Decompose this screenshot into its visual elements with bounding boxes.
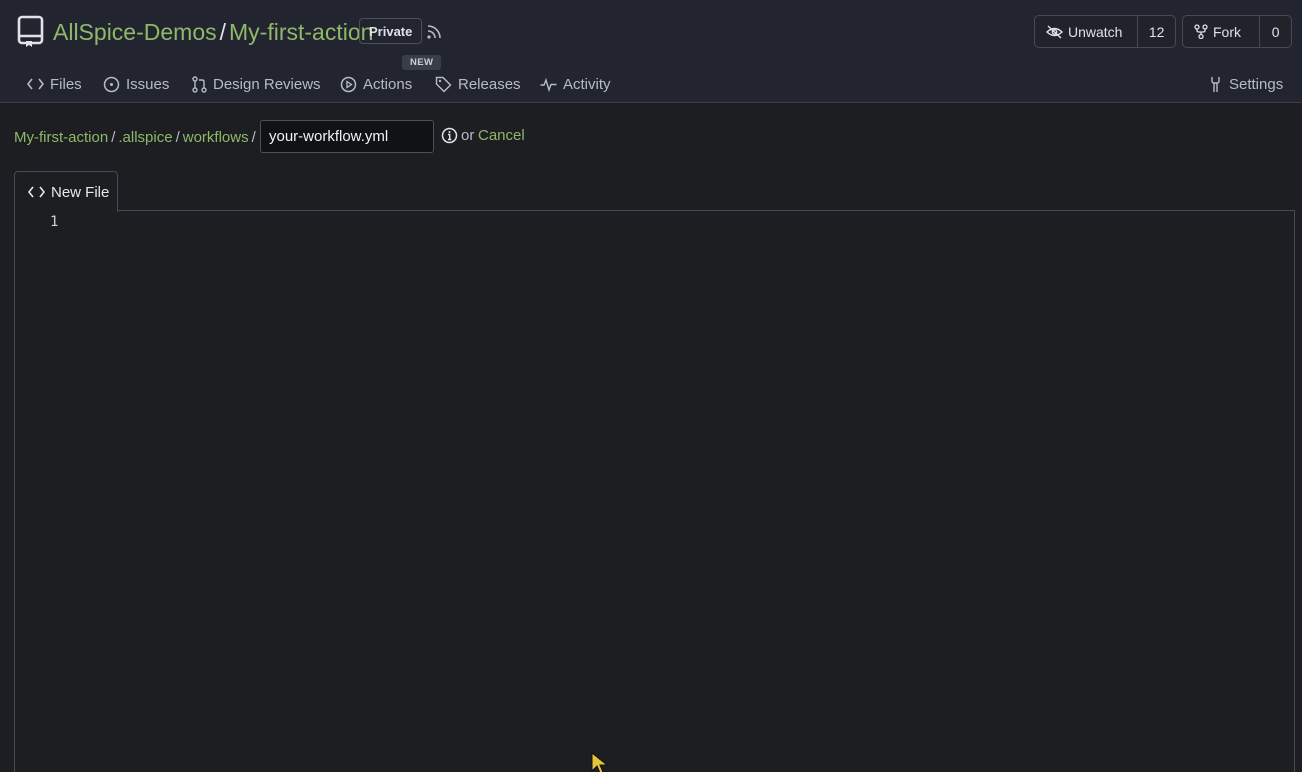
tab-new-file[interactable]: New File bbox=[14, 171, 118, 212]
repo-title: AllSpice-Demos / My-first-action bbox=[53, 17, 373, 47]
tab-design-reviews-label: Design Reviews bbox=[213, 75, 321, 93]
tab-actions[interactable]: Actions bbox=[340, 72, 412, 96]
tools-icon bbox=[1211, 76, 1220, 92]
breadcrumb-separator: / bbox=[111, 128, 116, 146]
rss-icon[interactable] bbox=[426, 23, 443, 40]
fork-label: Fork bbox=[1213, 23, 1241, 40]
code-icon bbox=[27, 78, 44, 90]
breadcrumb-workflows-link[interactable]: workflows bbox=[183, 129, 249, 146]
tab-new-file-label: New File bbox=[51, 183, 110, 201]
tab-files-label: Files bbox=[50, 75, 82, 93]
tab-activity-label: Activity bbox=[563, 75, 611, 93]
forks-count[interactable]: 0 bbox=[1259, 16, 1291, 47]
fork-button[interactable]: Fork bbox=[1183, 16, 1259, 47]
owner-link[interactable]: AllSpice-Demos bbox=[53, 17, 217, 47]
watchers-count[interactable]: 12 bbox=[1137, 16, 1175, 47]
line-number: 1 bbox=[50, 214, 59, 230]
breadcrumb-separator: / bbox=[175, 128, 180, 146]
repo-nav: Files Issues Design Reviews Actions Rele… bbox=[0, 72, 1302, 96]
pull-request-icon bbox=[192, 75, 207, 93]
breadcrumb-repo-link[interactable]: My-first-action bbox=[14, 129, 108, 146]
filename-input[interactable] bbox=[260, 120, 434, 153]
tab-design-reviews[interactable]: Design Reviews bbox=[192, 72, 321, 96]
tab-releases[interactable]: Releases bbox=[435, 72, 521, 96]
or-text: or bbox=[461, 127, 475, 144]
repo-icon bbox=[17, 15, 44, 47]
play-icon bbox=[340, 76, 357, 92]
pulse-icon bbox=[540, 77, 557, 92]
tab-issues-label: Issues bbox=[126, 75, 170, 93]
title-separator: / bbox=[219, 19, 226, 45]
private-badge: Private bbox=[359, 18, 423, 44]
cancel-link[interactable]: Cancel bbox=[478, 127, 525, 144]
watch-button-group: Unwatch 12 bbox=[1034, 15, 1176, 48]
tab-files[interactable]: Files bbox=[27, 72, 82, 96]
code-icon bbox=[28, 186, 45, 198]
tab-issues[interactable]: Issues bbox=[103, 72, 169, 96]
breadcrumb: My-first-action / .allspice / workflows … bbox=[14, 127, 259, 147]
actions-new-badge: NEW bbox=[402, 55, 442, 70]
tab-activity[interactable]: Activity bbox=[540, 72, 611, 96]
tab-releases-label: Releases bbox=[458, 75, 521, 93]
tab-settings[interactable]: Settings bbox=[1208, 72, 1283, 96]
unwatch-button[interactable]: Unwatch bbox=[1035, 16, 1137, 47]
info-icon[interactable] bbox=[441, 127, 458, 144]
code-editor[interactable]: 1 bbox=[14, 210, 1295, 772]
fork-button-group: Fork 0 bbox=[1182, 15, 1292, 48]
mouse-cursor-icon bbox=[591, 752, 609, 772]
issue-icon bbox=[103, 76, 120, 92]
breadcrumb-allspice-link[interactable]: .allspice bbox=[118, 129, 172, 146]
tab-settings-label: Settings bbox=[1229, 75, 1284, 93]
repo-header: AllSpice-Demos / My-first-action Private… bbox=[0, 0, 1302, 103]
tab-actions-label: Actions bbox=[363, 75, 413, 93]
fork-icon bbox=[1194, 24, 1208, 39]
eye-closed-icon bbox=[1046, 24, 1063, 39]
breadcrumb-separator: / bbox=[251, 128, 256, 146]
tag-icon bbox=[435, 76, 452, 92]
repo-link[interactable]: My-first-action bbox=[229, 17, 373, 47]
unwatch-label: Unwatch bbox=[1068, 23, 1123, 40]
